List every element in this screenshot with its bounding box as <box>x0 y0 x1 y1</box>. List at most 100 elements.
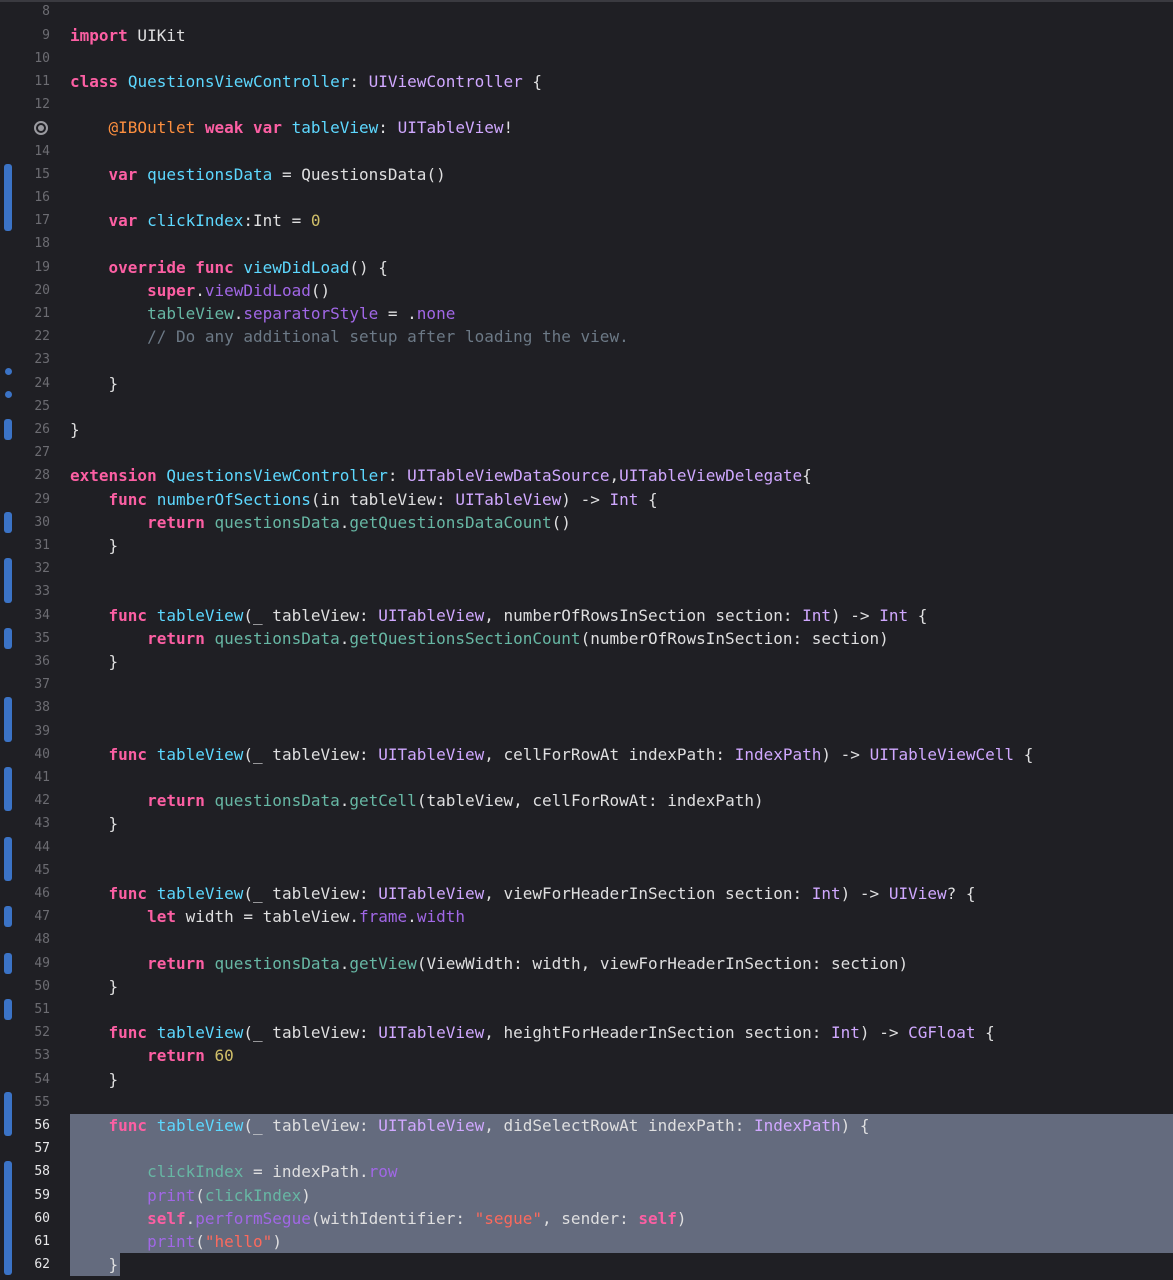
code-token: extension <box>70 466 157 486</box>
code-line[interactable]: 23 <box>0 348 1173 371</box>
code-line[interactable]: 59 print(clickIndex) <box>0 1183 1173 1207</box>
code-token: . <box>339 953 350 973</box>
code-line[interactable]: 45 <box>0 859 1173 882</box>
code-token: : <box>387 466 408 486</box>
code-line[interactable]: 27 <box>0 441 1173 464</box>
code-line[interactable]: 58 clickIndex = indexPath.row <box>0 1160 1173 1184</box>
code-line[interactable]: 14 <box>0 140 1173 163</box>
code-line[interactable]: 21 tableView.separatorStyle = .none <box>0 302 1173 325</box>
line-number: 42 <box>34 793 50 809</box>
line-number: 50 <box>34 978 50 994</box>
code-line[interactable]: 9 import UIKit <box>0 24 1173 47</box>
code-line[interactable]: 52 func tableView(_ tableView: UITableVi… <box>0 1021 1173 1044</box>
code-line[interactable]: 18 <box>0 232 1173 255</box>
code-line[interactable]: 48 <box>0 928 1173 951</box>
code-line[interactable]: 41 <box>0 766 1173 789</box>
code-line[interactable]: 54 } <box>0 1068 1173 1091</box>
code-token: . <box>339 512 350 532</box>
code-line[interactable]: 28 extension QuestionsViewController: UIT… <box>0 464 1173 487</box>
code-token: func <box>108 884 148 903</box>
code-line[interactable]: 38 <box>0 696 1173 719</box>
line-number: 22 <box>34 329 50 345</box>
code-line[interactable]: @IBOutlet weak var tableView: UITableVie… <box>0 116 1173 139</box>
line-number: 31 <box>34 538 50 553</box>
code-line[interactable]: 43 } <box>0 812 1173 835</box>
code-token: separatorStyle <box>243 304 379 323</box>
line-number: 10 <box>34 50 50 66</box>
code-line[interactable]: 32 <box>0 557 1173 580</box>
code-line[interactable]: 35 return questionsData.getQuestionsSect… <box>0 627 1173 650</box>
code-line[interactable]: 29 func numberOfSections(in tableView: U… <box>0 488 1173 511</box>
code-line[interactable]: 42 return questionsData.getCell(tableVie… <box>0 789 1173 812</box>
code-line[interactable]: 11 class QuestionsViewController: UIViewC… <box>0 70 1173 93</box>
code-line[interactable]: 49 return questionsData.getView(ViewWidt… <box>0 952 1173 975</box>
code-text: self.performSegue(withIdentifier: "segue… <box>70 1207 687 1230</box>
code-line[interactable]: 56 func tableView(_ tableView: UITableVi… <box>0 1114 1173 1138</box>
code-token: super <box>147 280 196 300</box>
line-number: 17 <box>34 213 50 229</box>
line-number: 34 <box>34 607 50 623</box>
code-line[interactable]: 50 } <box>0 975 1173 998</box>
code-line[interactable]: 8 <box>0 0 1173 23</box>
code-token: ) <box>676 1208 687 1228</box>
code-line[interactable]: 24 } <box>0 372 1173 395</box>
code-line[interactable]: 20 super.viewDidLoad() <box>0 279 1173 302</box>
code-line[interactable]: 62 } <box>0 1253 1173 1277</box>
code-line[interactable]: 22 // Do any additional setup after load… <box>0 325 1173 348</box>
code-line[interactable]: 37 <box>0 673 1173 696</box>
code-line[interactable]: 33 <box>0 580 1173 603</box>
code-line[interactable]: 61 print("hello") <box>0 1230 1173 1254</box>
code-line[interactable]: 55 <box>0 1091 1173 1114</box>
code-line[interactable]: 17 var clickIndex:Int = 0 <box>0 209 1173 232</box>
code-line[interactable]: 30 return questionsData.getQuestionsData… <box>0 511 1173 534</box>
line-number: 27 <box>34 445 50 461</box>
code-token: { <box>802 466 812 486</box>
line-number: 49 <box>34 955 50 971</box>
code-line[interactable]: 36 } <box>0 650 1173 673</box>
line-number: 21 <box>34 306 50 321</box>
code-line[interactable]: 16 <box>0 186 1173 209</box>
code-line[interactable]: 53 return 60 <box>0 1044 1173 1067</box>
code-token: self <box>638 1208 677 1228</box>
code-token: self <box>147 1208 186 1228</box>
code-token: (_ tableView: <box>243 605 379 625</box>
code-editor[interactable]: 8 9 import UIKit 10 11 class QuestionsViewCon… <box>0 0 1173 1280</box>
code-line[interactable]: 46 func tableView(_ tableView: UITableVi… <box>0 882 1173 905</box>
code-text: import UIKit <box>70 24 186 47</box>
code-line[interactable]: 57 <box>0 1137 1173 1161</box>
code-token: QuestionsViewController <box>166 466 388 486</box>
line-number: 26 <box>34 422 50 437</box>
code-line[interactable]: 51 <box>0 998 1173 1021</box>
code-token: questionsData <box>214 628 340 648</box>
code-line[interactable]: 25 <box>0 395 1173 418</box>
code-token: var <box>253 118 282 138</box>
line-number: 41 <box>34 770 50 785</box>
code-token: return <box>147 1046 205 1066</box>
code-line[interactable]: 31 } <box>0 534 1173 557</box>
code-line[interactable]: 47 let width = tableView.frame.width <box>0 905 1173 928</box>
code-line[interactable]: 10 <box>0 47 1173 70</box>
code-token: 0 <box>310 211 321 231</box>
code-token: () <box>551 512 571 532</box>
code-line[interactable]: 15 var questionsData = QuestionsData() <box>0 163 1173 186</box>
code-line[interactable]: 39 <box>0 720 1173 743</box>
code-token: , didSelectRowAt indexPath: <box>484 1116 754 1135</box>
code-token: ) <box>301 1185 311 1205</box>
code-token: UITableView <box>397 118 504 138</box>
code-line[interactable]: 34 func tableView(_ tableView: UITableVi… <box>0 604 1173 627</box>
code-line[interactable]: 26} <box>0 418 1173 441</box>
code-token: . <box>233 304 244 323</box>
code-token: "hello" <box>204 1232 273 1251</box>
code-line[interactable]: 40 func tableView(_ tableView: UITableVi… <box>0 743 1173 766</box>
code-text: } <box>70 418 80 441</box>
code-token: . <box>407 907 417 927</box>
code-line[interactable]: 44 <box>0 836 1173 859</box>
code-line[interactable]: 12 <box>0 93 1173 116</box>
code-text: } <box>70 812 119 835</box>
code-line[interactable]: 19 override func viewDidLoad() { <box>0 256 1173 279</box>
code-line[interactable]: 60 self.performSegue(withIdentifier: "se… <box>0 1206 1173 1230</box>
code-token: none <box>416 304 456 323</box>
